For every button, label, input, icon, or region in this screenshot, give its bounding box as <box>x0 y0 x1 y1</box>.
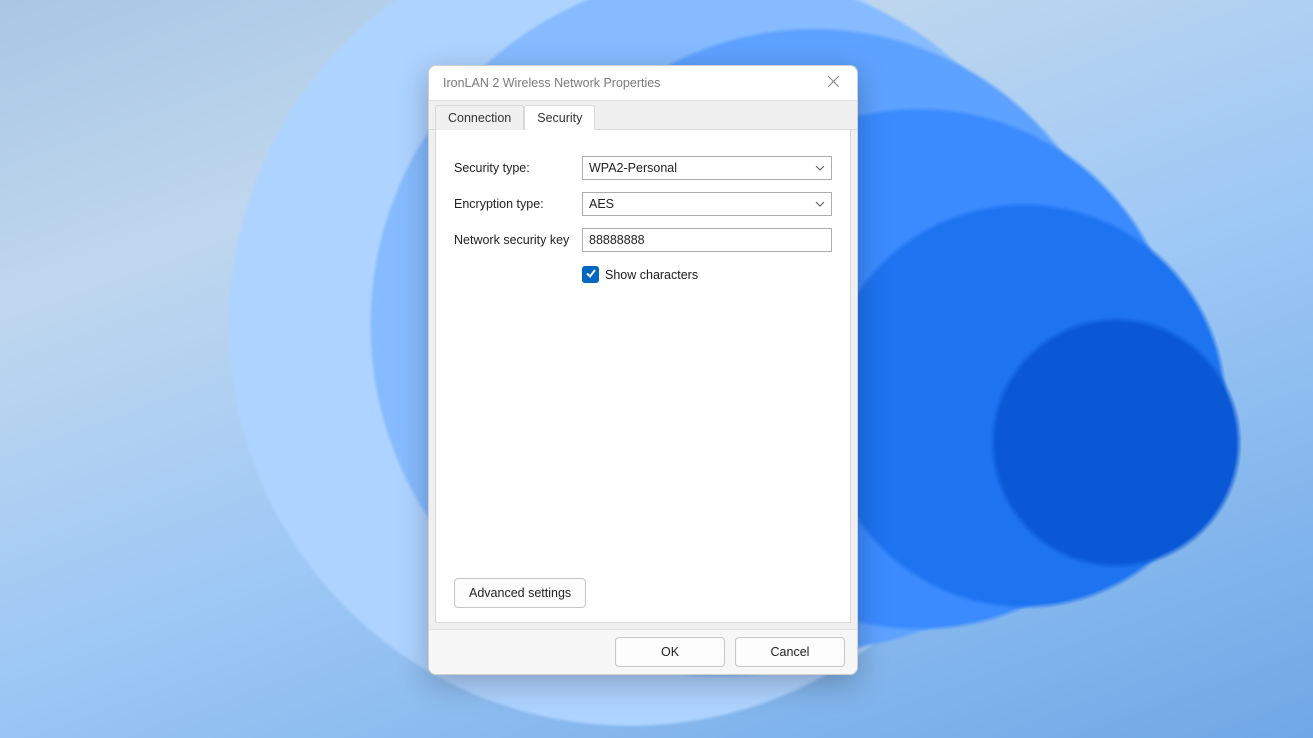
cancel-label: Cancel <box>771 645 810 659</box>
ok-label: OK <box>661 645 679 659</box>
security-type-select[interactable]: WPA2-Personal <box>582 156 832 180</box>
encryption-type-value: AES <box>589 197 614 211</box>
dialog-body: Connection Security Security type: WPA2-… <box>429 100 857 629</box>
security-type-value: WPA2-Personal <box>589 161 677 175</box>
show-characters-checkbox[interactable] <box>582 266 599 283</box>
network-key-input[interactable]: 88888888 <box>582 228 832 252</box>
row-encryption-type: Encryption type: AES <box>454 192 832 216</box>
advanced-settings-wrap: Advanced settings <box>454 578 586 608</box>
tab-security[interactable]: Security <box>524 105 595 130</box>
tab-label: Connection <box>448 111 511 125</box>
titlebar[interactable]: IronLAN 2 Wireless Network Properties <box>429 66 857 100</box>
network-key-value: 88888888 <box>589 233 645 247</box>
desktop-wallpaper: IronLAN 2 Wireless Network Properties Co… <box>0 0 1313 738</box>
row-security-type: Security type: WPA2-Personal <box>454 156 832 180</box>
check-icon <box>585 267 597 282</box>
encryption-type-select[interactable]: AES <box>582 192 832 216</box>
tabstrip: Connection Security <box>429 100 857 130</box>
close-button[interactable] <box>819 69 847 97</box>
tab-label: Security <box>537 111 582 125</box>
network-key-label: Network security key <box>454 233 582 247</box>
tab-content-security: Security type: WPA2-Personal Encryption … <box>435 130 851 623</box>
encryption-type-label: Encryption type: <box>454 197 582 211</box>
show-characters-label: Show characters <box>605 268 698 282</box>
row-network-key: Network security key 88888888 <box>454 228 832 252</box>
security-type-label: Security type: <box>454 161 582 175</box>
cancel-button[interactable]: Cancel <box>735 637 845 667</box>
chevron-down-icon <box>815 163 825 173</box>
ok-button[interactable]: OK <box>615 637 725 667</box>
close-icon <box>828 76 839 90</box>
advanced-settings-button[interactable]: Advanced settings <box>454 578 586 608</box>
row-show-characters: Show characters <box>582 266 832 283</box>
chevron-down-icon <box>815 199 825 209</box>
network-properties-dialog: IronLAN 2 Wireless Network Properties Co… <box>428 65 858 675</box>
advanced-settings-label: Advanced settings <box>469 586 571 600</box>
dialog-footer: OK Cancel <box>429 629 857 674</box>
tab-connection[interactable]: Connection <box>435 105 524 130</box>
window-title: IronLAN 2 Wireless Network Properties <box>443 76 819 90</box>
